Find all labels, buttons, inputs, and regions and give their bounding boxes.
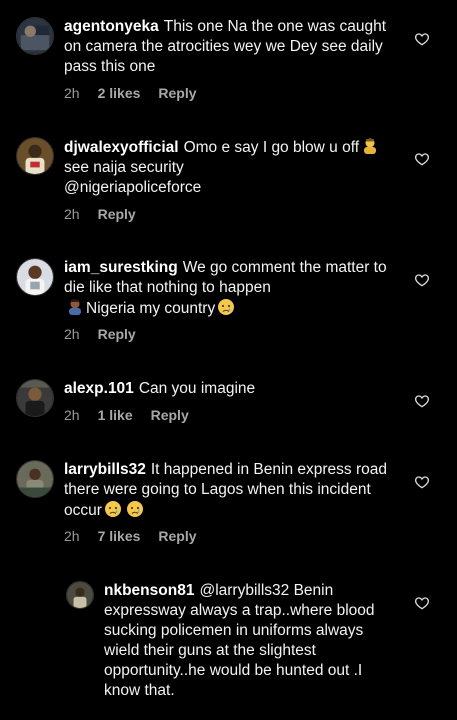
reply-button[interactable]: Reply [98,206,136,222]
avatar[interactable] [16,17,54,55]
comment-username[interactable]: djwalexyofficial [64,139,179,156]
heart-outline-icon[interactable] [414,393,430,409]
comment-body: larrybills32 It happened in Benin express… [64,460,394,521]
heart-outline-icon[interactable] [414,151,430,167]
comment-mention[interactable]: @nigeriapoliceforce [64,179,201,196]
comment-meta: 2h 1 like Reply [64,407,207,423]
comment-text: @larrybills32 Benin expressway always a … [104,582,375,699]
comment-time: 2h [64,326,80,342]
comment-username[interactable]: nkbenson81 [104,582,194,599]
comment-username[interactable]: larrybills32 [64,461,146,478]
crying-face-emoji-icon [104,500,122,518]
heart-outline-icon[interactable] [414,272,430,288]
comment-text: Omo e say I go blow u off [183,139,360,156]
comment-username[interactable]: agentonyeka [64,18,159,35]
comment-body: agentonyeka This one Na the one was caugh… [64,17,394,77]
comment-meta: 2h Reply [64,206,154,222]
crying-face-emoji-icon [126,500,144,518]
comment-time: 2h [64,528,80,544]
reply-button[interactable]: Reply [98,326,136,342]
avatar[interactable] [16,460,54,498]
avatar[interactable] [16,379,54,417]
reply-button[interactable]: Reply [158,528,196,544]
likes-count[interactable]: 1 like [98,407,133,423]
comment-username[interactable]: iam_surestking [64,259,178,276]
comment-time: 2h [64,206,80,222]
comment-body: iam_surestking We go comment the matter t… [64,258,394,319]
comment-text: Can you imagine [138,380,256,397]
reply-button[interactable]: Reply [158,85,196,101]
heart-outline-icon[interactable] [414,595,430,611]
reply-button[interactable]: Reply [151,407,189,423]
person-shrugging-emoji-icon [361,137,379,155]
likes-count[interactable]: 7 likes [98,528,141,544]
avatar[interactable] [16,258,54,296]
comment-text: see naija security [64,159,184,176]
comment-body: djwalexyofficial Omo e say I go blow u of… [64,137,394,198]
comment-time: 2h [64,85,80,101]
crying-face-emoji-icon [217,298,235,316]
man-emoji-icon [66,298,84,316]
comment-text: Nigeria my country [86,300,216,317]
comment-meta: 2h 2 likes Reply [64,85,215,101]
heart-outline-icon[interactable] [414,31,430,47]
avatar[interactable] [16,137,54,175]
avatar[interactable] [66,581,94,609]
comment-meta: 2h 7 likes Reply [64,528,215,544]
likes-count[interactable]: 2 likes [98,85,141,101]
comment-body: nkbenson81 @larrybills32 Benin expressway… [104,581,384,701]
comment-time: 2h [64,407,80,423]
comment-body: alexp.101 Can you imagine [64,379,394,399]
heart-outline-icon[interactable] [414,474,430,490]
comment-meta: 2h Reply [64,326,154,342]
comment-username[interactable]: alexp.101 [64,380,134,397]
